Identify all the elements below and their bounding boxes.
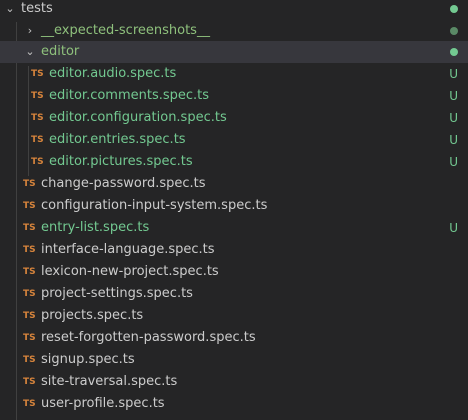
typescript-file-icon: TS — [23, 377, 36, 387]
folder-tests[interactable]: ⌄ tests — [0, 0, 468, 20]
file-label: editor.entries.spec.ts — [49, 132, 186, 147]
file-item[interactable]: TS signup.spec.ts — [0, 349, 468, 371]
modified-dot-icon — [450, 48, 458, 56]
typescript-file-icon: TS — [23, 311, 36, 321]
folder-label: tests — [21, 1, 53, 16]
folder-label: editor — [41, 44, 80, 59]
file-explorer-tree: ⌄ tests › __expected-screenshots__ ⌄ edi… — [0, 0, 468, 420]
folder-editor[interactable]: ⌄ editor — [0, 41, 468, 63]
untracked-badge: U — [449, 221, 458, 235]
typescript-file-icon: TS — [23, 201, 36, 211]
typescript-file-icon: TS — [31, 135, 44, 145]
folder-label: __expected-screenshots__ — [41, 23, 210, 38]
file-label: projects.spec.ts — [41, 308, 144, 323]
typescript-file-icon: TS — [23, 289, 36, 299]
typescript-file-icon: TS — [31, 69, 44, 79]
file-label: reset-forgotten-password.spec.ts — [41, 330, 256, 345]
typescript-file-icon: TS — [23, 245, 36, 255]
typescript-file-icon: TS — [31, 91, 44, 101]
file-item[interactable]: TS change-password.spec.ts — [0, 173, 468, 195]
file-label: editor.configuration.spec.ts — [49, 110, 227, 125]
file-label: change-password.spec.ts — [41, 176, 206, 191]
file-label: editor.audio.spec.ts — [49, 66, 177, 81]
folder-expected-screenshots[interactable]: › __expected-screenshots__ — [0, 20, 468, 42]
file-label: site-traversal.spec.ts — [41, 374, 178, 389]
file-item[interactable]: TS interface-language.spec.ts — [0, 239, 468, 261]
file-label: lexicon-new-project.spec.ts — [41, 264, 219, 279]
chevron-down-icon[interactable]: ⌄ — [24, 41, 36, 63]
file-item[interactable]: TS lexicon-new-project.spec.ts — [0, 261, 468, 283]
file-item[interactable]: TS editor.comments.spec.ts U — [0, 85, 468, 107]
file-item[interactable]: TS projects.spec.ts — [0, 305, 468, 327]
typescript-file-icon: TS — [23, 267, 36, 277]
chevron-down-icon[interactable]: ⌄ — [4, 0, 16, 20]
file-item[interactable]: TS entry-list.spec.ts U — [0, 217, 468, 239]
typescript-file-icon: TS — [23, 333, 36, 343]
file-label: interface-language.spec.ts — [41, 242, 215, 257]
typescript-file-icon: TS — [31, 157, 44, 167]
file-item[interactable]: TS reset-forgotten-password.spec.ts — [0, 327, 468, 349]
file-item[interactable]: TS project-settings.spec.ts — [0, 283, 468, 305]
file-item[interactable]: TS editor.pictures.spec.ts U — [0, 151, 468, 173]
untracked-badge: U — [449, 133, 458, 147]
file-item[interactable]: TS editor.audio.spec.ts U — [0, 63, 468, 85]
typescript-file-icon: TS — [23, 399, 36, 409]
file-label: entry-list.spec.ts — [41, 220, 150, 235]
file-label: signup.spec.ts — [41, 352, 135, 367]
file-label: configuration-input-system.spec.ts — [41, 198, 268, 213]
typescript-file-icon: TS — [23, 355, 36, 365]
untracked-badge: U — [449, 155, 458, 169]
file-item[interactable]: TS site-traversal.spec.ts — [0, 371, 468, 393]
modified-dot-icon — [450, 27, 458, 35]
file-item[interactable]: TS editor.configuration.spec.ts U — [0, 107, 468, 129]
file-item[interactable]: TS user-profile.spec.ts — [0, 393, 468, 415]
file-label: user-profile.spec.ts — [41, 396, 165, 411]
typescript-file-icon: TS — [23, 179, 36, 189]
file-item[interactable]: TS editor.entries.spec.ts U — [0, 129, 468, 151]
file-label: project-settings.spec.ts — [41, 286, 193, 301]
file-label: editor.pictures.spec.ts — [49, 154, 193, 169]
chevron-right-icon[interactable]: › — [24, 20, 36, 42]
modified-dot-icon — [450, 5, 458, 13]
untracked-badge: U — [449, 111, 458, 125]
file-item[interactable]: TS configuration-input-system.spec.ts — [0, 195, 468, 217]
untracked-badge: U — [449, 89, 458, 103]
typescript-file-icon: TS — [23, 223, 36, 233]
untracked-badge: U — [449, 67, 458, 81]
typescript-file-icon: TS — [31, 113, 44, 123]
file-label: editor.comments.spec.ts — [49, 88, 210, 103]
